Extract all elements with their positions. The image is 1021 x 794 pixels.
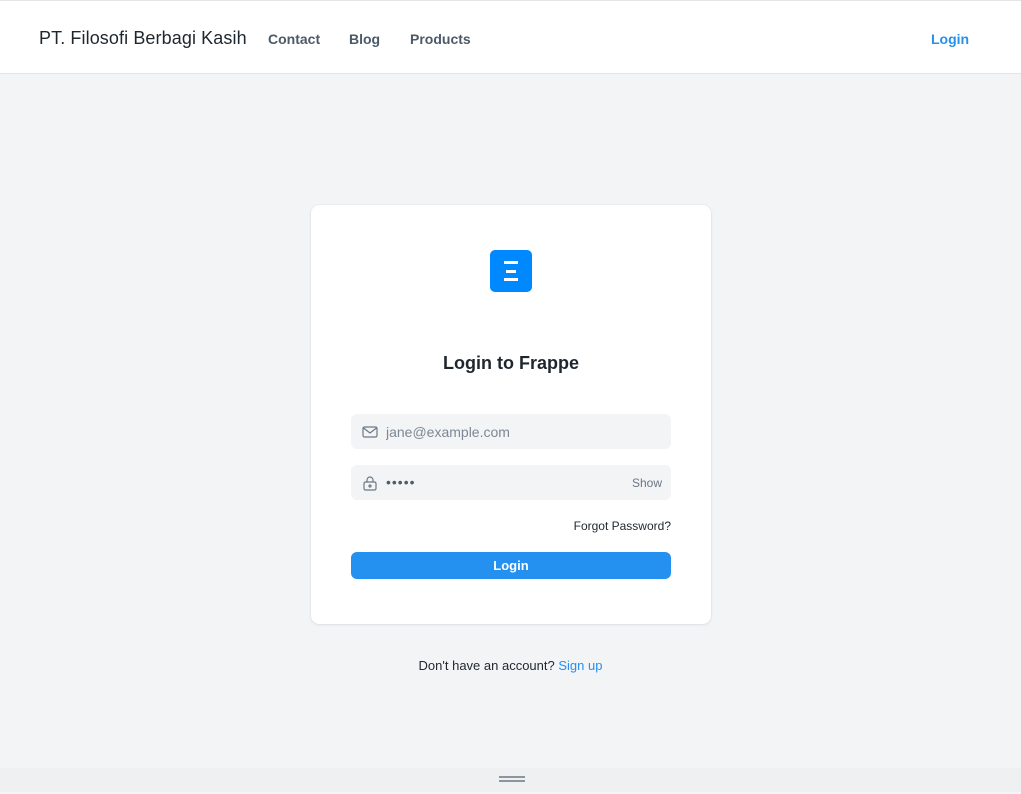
- show-password-toggle[interactable]: Show: [632, 476, 662, 490]
- frappe-logo-icon: [490, 250, 532, 292]
- forgot-password-link[interactable]: Forgot Password?: [574, 519, 671, 533]
- nav-link-products[interactable]: Products: [410, 31, 471, 47]
- mail-icon: [362, 426, 378, 438]
- login-card: Login to Frappe ••••• Show Forgot Passwo…: [311, 205, 711, 624]
- signup-prompt: Don't have an account?: [418, 658, 555, 673]
- password-field[interactable]: ••••• Show: [351, 465, 671, 500]
- email-field[interactable]: [351, 414, 671, 449]
- login-title: Login to Frappe: [443, 353, 579, 373]
- email-input[interactable]: [386, 414, 626, 449]
- brand-link[interactable]: PT. Filosofi Berbagi Kasih: [39, 28, 247, 49]
- password-input[interactable]: •••••: [386, 465, 626, 500]
- top-navbar: PT. Filosofi Berbagi Kasih Contact Blog …: [0, 0, 1021, 74]
- drag-handle-icon[interactable]: [499, 776, 525, 782]
- nav-login-link[interactable]: Login: [931, 31, 969, 47]
- nav-link-blog[interactable]: Blog: [349, 31, 380, 47]
- signup-link[interactable]: Sign up: [558, 658, 602, 673]
- footer-strip: [0, 768, 1021, 792]
- signup-row: Don't have an account? Sign up: [0, 658, 1021, 673]
- lock-icon: [363, 476, 377, 491]
- nav-link-contact[interactable]: Contact: [268, 31, 320, 47]
- login-button[interactable]: Login: [351, 552, 671, 579]
